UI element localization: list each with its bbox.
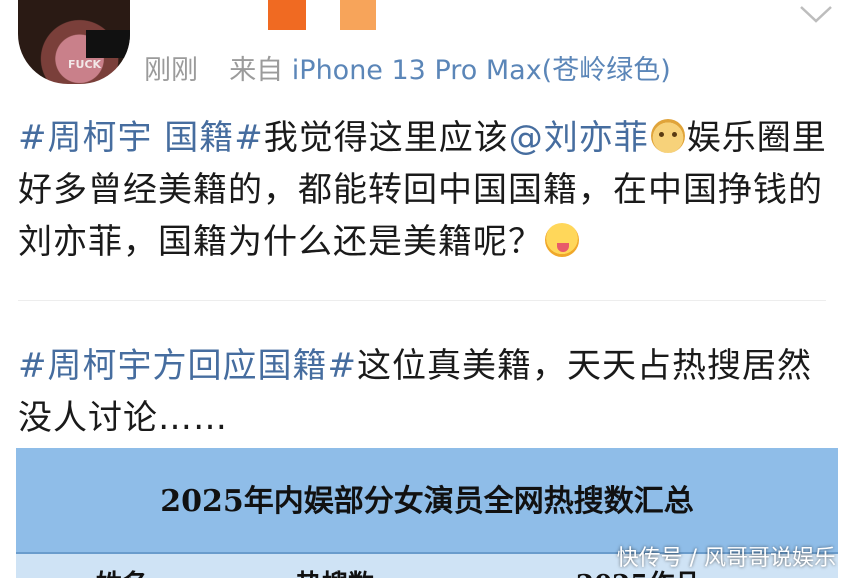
topic-link[interactable]: #周柯宇方回应国籍# (18, 346, 357, 386)
mention-link[interactable]: @刘亦菲 (509, 118, 649, 158)
redaction-block-1 (268, 0, 306, 30)
avatar-shirt-text: FUCK (68, 58, 102, 71)
avatar[interactable]: FUCK (18, 0, 130, 84)
post-meta: 刚刚 来自 iPhone 13 Pro Max(苍岭绿色) (144, 48, 671, 87)
watermark: 快传号 / 风哥哥说娱乐 (616, 546, 836, 571)
doge-emoji-icon (650, 119, 685, 153)
redaction-block-2 (340, 0, 376, 30)
redacted-username (268, 0, 376, 30)
post-body-1: #周柯宇 国籍#我觉得这里应该@刘亦菲 娱乐圈里好多曾经美籍的，都能转回中国国籍，… (18, 112, 838, 268)
device-source[interactable]: iPhone 13 Pro Max(苍岭绿色) (292, 55, 671, 86)
divider (18, 300, 826, 301)
column-header-name: 姓名 (96, 564, 148, 578)
avatar-redaction (86, 30, 130, 58)
drool-emoji-icon (545, 223, 579, 257)
source-prefix: 来自 (229, 55, 284, 86)
post-body-2: #周柯宇方回应国籍#这位真美籍，天天占热搜居然没人讨论…… (18, 340, 838, 444)
post-text: 我觉得这里应该 (263, 118, 509, 158)
column-header-count: 热搜数 (296, 564, 374, 578)
post-time: 刚刚 (144, 55, 198, 86)
chevron-down-icon[interactable] (798, 4, 834, 24)
topic-link[interactable]: #周柯宇 国籍# (18, 118, 264, 158)
table-title: 2025年内娱部分女演员全网热搜数汇总 (160, 484, 694, 519)
